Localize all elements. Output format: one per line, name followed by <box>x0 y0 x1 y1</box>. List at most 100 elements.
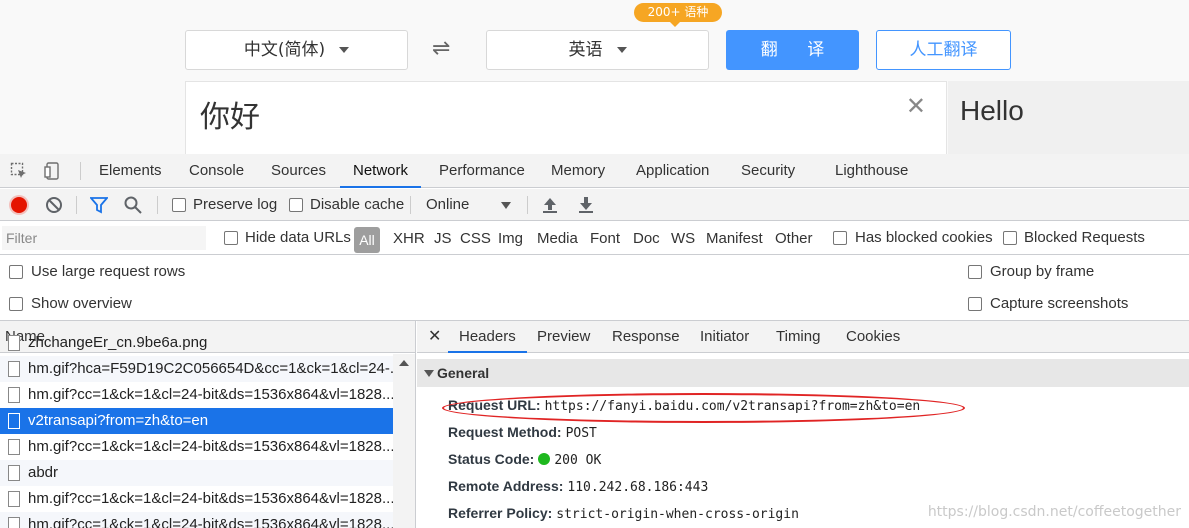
tab-sources[interactable]: Sources <box>271 154 326 188</box>
referrer-policy-row: Referrer Policy: strict-origin-when-cross… <box>448 505 799 522</box>
request-detail-panel: ✕ Headers Preview Response Initiator Tim… <box>417 321 1189 528</box>
download-icon[interactable] <box>577 196 595 214</box>
status-ok-icon <box>538 453 551 465</box>
network-settings: Use large request rows Show overview Gro… <box>0 255 1189 321</box>
filter-type-other[interactable]: Other <box>775 230 813 247</box>
translator-panel: 200+ 语种 中文(简体) ⇌ 英语 翻 译 人工翻译 你好 ✕ Hello <box>0 0 1189 154</box>
large-rows-checkbox[interactable] <box>9 265 23 279</box>
device-toolbar-icon[interactable] <box>44 162 62 180</box>
filter-type-ws[interactable]: WS <box>671 230 695 247</box>
capture-screenshots-checkbox[interactable] <box>968 297 982 311</box>
close-icon[interactable]: ✕ <box>428 326 441 346</box>
request-row[interactable]: zhchangeEr_cn.9be6a.png <box>0 330 394 356</box>
translation-output: Hello <box>948 81 1189 154</box>
swap-languages-icon[interactable]: ⇌ <box>432 36 450 61</box>
source-language-label: 中文(简体) <box>243 40 326 60</box>
record-icon[interactable] <box>11 197 27 213</box>
chevron-down-icon <box>616 47 627 53</box>
filter-icon[interactable] <box>90 196 108 214</box>
blocked-requests-checkbox[interactable] <box>1003 231 1017 245</box>
tab-lighthouse[interactable]: Lighthouse <box>835 154 908 188</box>
filter-type-media[interactable]: Media <box>537 230 578 247</box>
clear-icon[interactable] <box>45 196 63 214</box>
request-name: hm.gif?cc=1&ck=1&cl=24-bit&ds=1536x864&v… <box>28 386 394 403</box>
request-row[interactable]: hm.gif?cc=1&ck=1&cl=24-bit&ds=1536x864&v… <box>0 512 394 528</box>
human-translation-button[interactable]: 人工翻译 <box>876 30 1011 70</box>
filter-input[interactable]: Filter <box>2 226 206 250</box>
request-name: hm.gif?hca=F59D19C2C056654D&cc=1&ck=1&cl… <box>28 360 394 377</box>
request-list: Name zhchangeEr_cn.9be6a.png hm.gif?hca=… <box>0 321 416 528</box>
request-row[interactable]: hm.gif?cc=1&ck=1&cl=24-bit&ds=1536x864&v… <box>0 434 394 460</box>
tab-network[interactable]: Network <box>340 154 422 188</box>
tab-cookies[interactable]: Cookies <box>846 321 900 353</box>
tab-preview[interactable]: Preview <box>537 321 590 353</box>
hide-data-urls-checkbox[interactable] <box>224 231 238 245</box>
request-name: v2transapi?from=zh&to=en <box>28 412 209 429</box>
request-name: abdr <box>28 464 59 481</box>
source-text: 你好 <box>200 100 260 135</box>
upload-icon[interactable] <box>541 196 559 214</box>
chevron-down-icon <box>501 202 511 209</box>
filter-type-css[interactable]: CSS <box>460 230 491 247</box>
general-section-title: General <box>437 365 490 381</box>
disable-cache-checkbox[interactable] <box>289 198 303 212</box>
close-icon[interactable]: ✕ <box>906 92 926 120</box>
request-row[interactable]: hm.gif?cc=1&ck=1&cl=24-bit&ds=1536x864&v… <box>0 382 394 408</box>
has-blocked-cookies-checkbox[interactable] <box>833 231 847 245</box>
request-row[interactable]: abdr <box>0 460 394 486</box>
request-rows: zhchangeEr_cn.9be6a.png hm.gif?hca=F59D1… <box>0 330 394 528</box>
divider <box>157 196 158 214</box>
search-icon[interactable] <box>124 196 142 214</box>
group-by-frame-checkbox[interactable] <box>968 265 982 279</box>
tab-security[interactable]: Security <box>741 154 795 188</box>
inspect-element-icon[interactable] <box>10 162 28 180</box>
throttling-select[interactable]: Online <box>426 196 469 213</box>
tab-response[interactable]: Response <box>612 321 680 353</box>
request-name: hm.gif?cc=1&ck=1&cl=24-bit&ds=1536x864&v… <box>28 516 394 528</box>
file-icon <box>8 387 20 403</box>
watermark: https://blog.csdn.net/coffeetogether <box>927 504 1181 520</box>
filter-type-font[interactable]: Font <box>590 230 620 247</box>
translate-button[interactable]: 翻 译 <box>726 30 859 70</box>
filter-type-manifest[interactable]: Manifest <box>706 230 763 247</box>
file-icon <box>8 517 20 528</box>
tab-elements[interactable]: Elements <box>99 154 162 188</box>
language-count-badge: 200+ 语种 <box>634 3 722 27</box>
tab-application[interactable]: Application <box>636 154 709 188</box>
field-key: Referrer Policy: <box>448 505 553 521</box>
file-icon <box>8 465 20 481</box>
remote-address-row: Remote Address: 110.242.68.186:443 <box>448 478 708 495</box>
file-icon <box>8 491 20 507</box>
tab-memory[interactable]: Memory <box>551 154 605 188</box>
field-value: 200 OK <box>554 453 602 468</box>
request-row[interactable]: hm.gif?cc=1&ck=1&cl=24-bit&ds=1536x864&v… <box>0 486 394 512</box>
tab-performance[interactable]: Performance <box>439 154 525 188</box>
request-method-row: Request Method: POST <box>448 424 597 441</box>
list-scrollbar[interactable] <box>393 354 415 528</box>
show-overview-checkbox[interactable] <box>9 297 23 311</box>
blocked-requests-label: Blocked Requests <box>1024 229 1145 246</box>
source-language-select[interactable]: 中文(简体) <box>185 30 408 70</box>
filter-type-doc[interactable]: Doc <box>633 230 660 247</box>
divider <box>76 196 77 214</box>
general-section-header[interactable]: General <box>417 359 1189 387</box>
tab-initiator[interactable]: Initiator <box>700 321 749 353</box>
filter-type-img[interactable]: Img <box>498 230 523 247</box>
request-name: hm.gif?cc=1&ck=1&cl=24-bit&ds=1536x864&v… <box>28 490 394 507</box>
field-key: Request Method: <box>448 424 562 440</box>
request-name: zhchangeEr_cn.9be6a.png <box>28 334 208 351</box>
filter-type-xhr[interactable]: XHR <box>393 230 425 247</box>
tab-timing[interactable]: Timing <box>776 321 820 353</box>
highlight-annotation <box>442 393 965 423</box>
tab-headers[interactable]: Headers <box>448 321 527 353</box>
scroll-up-icon[interactable] <box>399 360 409 366</box>
preserve-log-checkbox[interactable] <box>172 198 186 212</box>
filter-type-all[interactable]: All <box>354 227 380 253</box>
tab-console[interactable]: Console <box>189 154 244 188</box>
request-row-selected[interactable]: v2transapi?from=zh&to=en <box>0 408 394 434</box>
filter-type-js[interactable]: JS <box>434 230 452 247</box>
request-row[interactable]: hm.gif?hca=F59D19C2C056654D&cc=1&ck=1&cl… <box>0 356 394 382</box>
target-language-select[interactable]: 英语 <box>486 30 709 70</box>
divider <box>527 196 528 214</box>
source-text-area[interactable]: 你好 ✕ <box>185 81 947 154</box>
